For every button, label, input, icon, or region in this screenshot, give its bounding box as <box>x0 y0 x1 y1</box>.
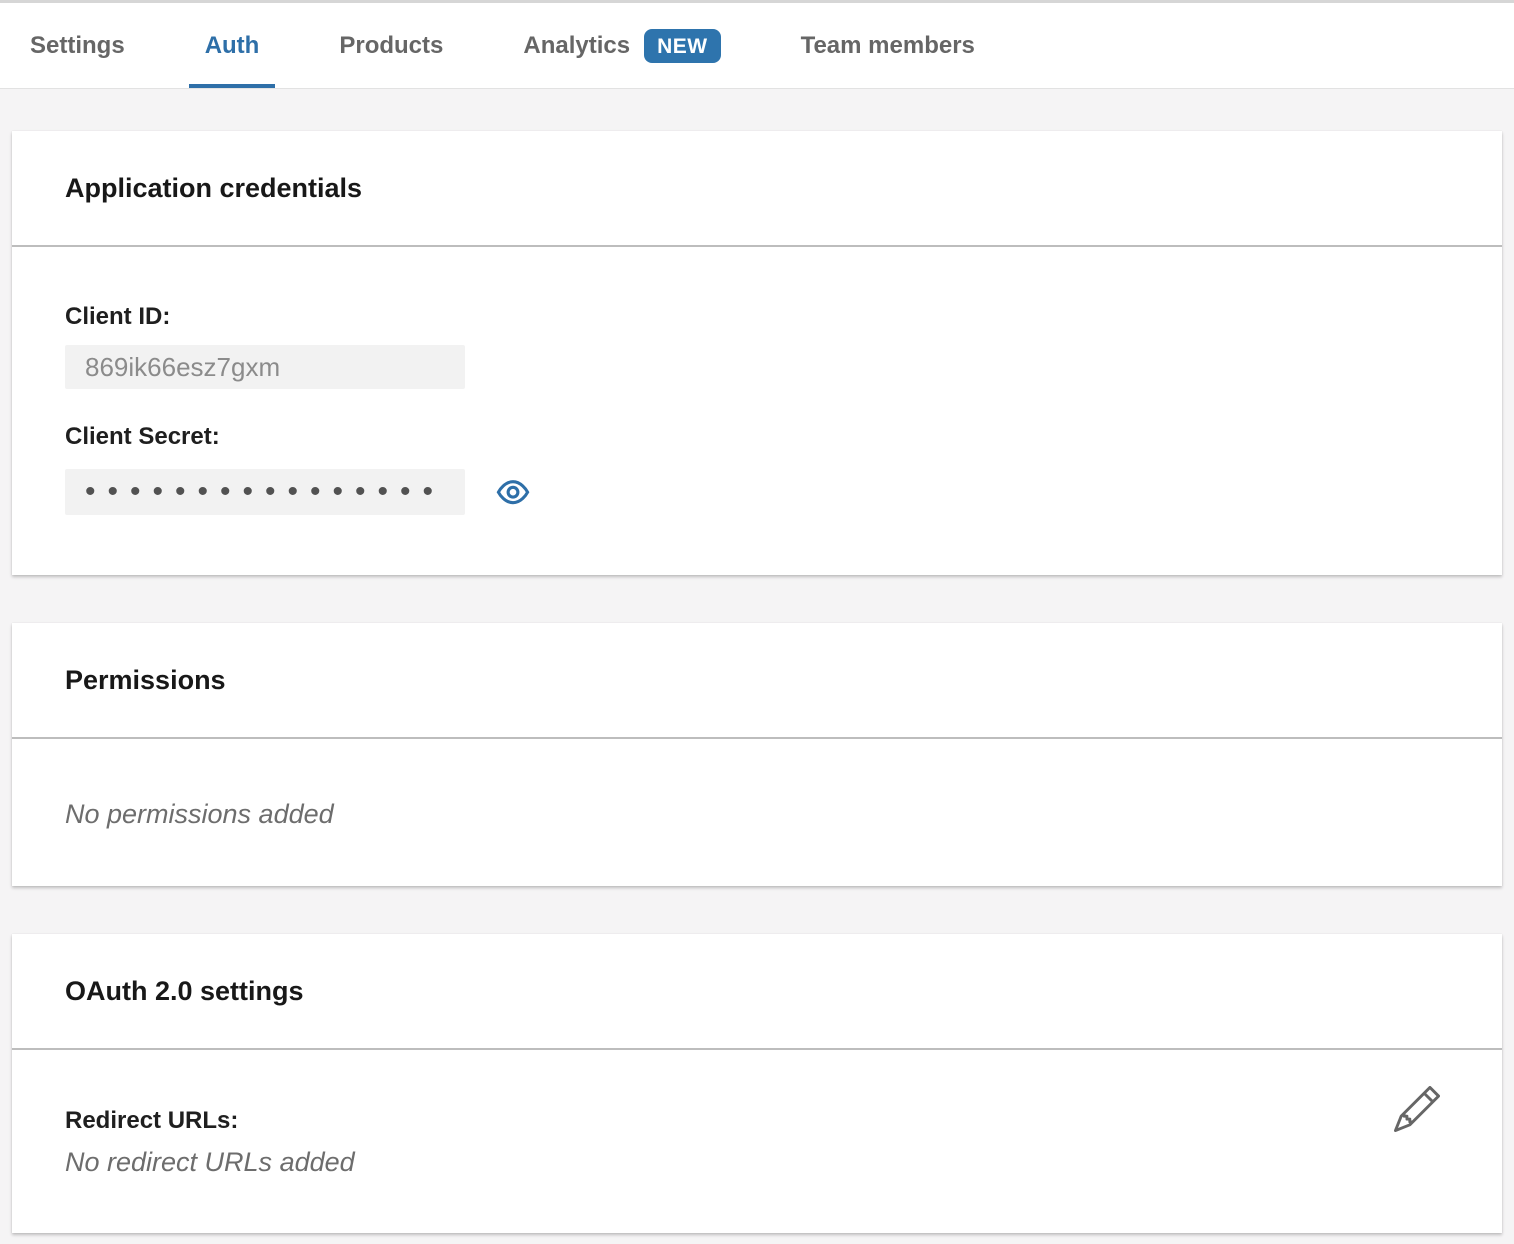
tab-team-members-label: Team members <box>801 32 975 60</box>
client-secret-label: Client Secret: <box>65 423 1449 451</box>
client-secret-value[interactable]: •••••••••••••••• <box>65 469 465 515</box>
tab-settings-label: Settings <box>30 32 125 60</box>
eye-icon <box>495 477 531 508</box>
tab-products[interactable]: Products <box>323 3 459 88</box>
application-credentials-title: Application credentials <box>65 173 362 204</box>
client-id-label: Client ID: <box>65 303 1449 331</box>
app-auth-page: Settings Auth Products Analytics NEW Tea… <box>0 0 1514 1244</box>
oauth-settings-body: Redirect URLs: No redirect URLs added <box>12 1050 1502 1233</box>
oauth-settings-title: OAuth 2.0 settings <box>65 976 304 1007</box>
show-secret-button[interactable] <box>495 477 531 508</box>
tab-bar: Settings Auth Products Analytics NEW Tea… <box>0 0 1514 89</box>
tab-analytics[interactable]: Analytics NEW <box>507 3 736 88</box>
application-credentials-header: Application credentials <box>12 131 1502 247</box>
main-content: Application credentials Client ID: 869ik… <box>0 89 1514 1233</box>
redirect-urls-empty-text: No redirect URLs added <box>65 1147 1449 1178</box>
permissions-body: No permissions added <box>12 739 1502 886</box>
redirect-urls-label: Redirect URLs: <box>65 1107 1449 1135</box>
tab-analytics-label: Analytics <box>523 32 630 60</box>
tab-team-members[interactable]: Team members <box>785 3 991 88</box>
application-credentials-body: Client ID: 869ik66esz7gxm Client Secret:… <box>12 247 1502 575</box>
tab-auth[interactable]: Auth <box>189 3 276 88</box>
client-secret-row: •••••••••••••••• <box>65 469 1449 515</box>
permissions-title: Permissions <box>65 665 226 696</box>
tab-settings[interactable]: Settings <box>14 3 141 88</box>
pencil-icon <box>1394 1086 1440 1132</box>
permissions-header: Permissions <box>12 623 1502 739</box>
client-id-value[interactable]: 869ik66esz7gxm <box>65 345 465 389</box>
tab-products-label: Products <box>339 32 443 60</box>
new-badge: NEW <box>644 29 721 63</box>
edit-redirect-urls-button[interactable] <box>1394 1086 1440 1132</box>
permissions-empty-text: No permissions added <box>65 799 1449 830</box>
tab-auth-label: Auth <box>205 32 260 60</box>
card-oauth-settings: OAuth 2.0 settings Redirect URLs: No red… <box>12 934 1502 1233</box>
card-permissions: Permissions No permissions added <box>12 623 1502 886</box>
card-application-credentials: Application credentials Client ID: 869ik… <box>12 131 1502 575</box>
oauth-settings-header: OAuth 2.0 settings <box>12 934 1502 1050</box>
